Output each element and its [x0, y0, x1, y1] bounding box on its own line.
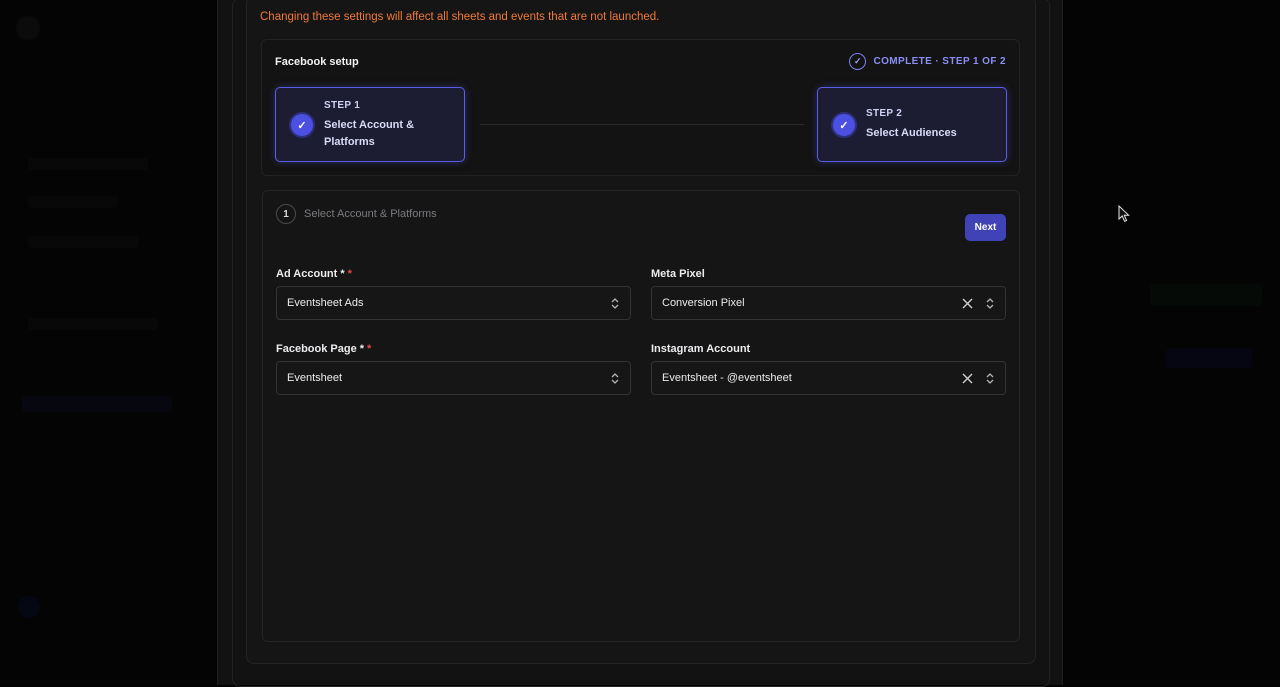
required-marker: *: [348, 268, 352, 280]
step-2-card[interactable]: ✓ STEP 2 Select Audiences: [817, 87, 1007, 162]
check-circle-icon: ✓: [849, 53, 866, 70]
facebook-page-select[interactable]: Eventsheet: [276, 361, 631, 395]
step-connector: [480, 124, 804, 125]
meta-pixel-select[interactable]: Conversion Pixel: [651, 286, 1006, 320]
section-number: 1: [276, 204, 296, 224]
backdrop-nav-item-active: [22, 396, 172, 412]
instagram-account-label: Instagram Account: [651, 343, 750, 355]
check-icon: ✓: [831, 112, 857, 138]
facebook-page-label-text: Facebook Page *: [276, 343, 364, 355]
required-marker: *: [367, 343, 371, 355]
backdrop-nav-item: [28, 318, 158, 330]
facebook-page-value: Eventsheet: [287, 372, 342, 384]
step-1-card[interactable]: ✓ STEP 1 Select Account & Platforms: [275, 87, 465, 162]
ad-account-label: Ad Account **: [276, 268, 352, 280]
step-1-number: STEP 1: [324, 100, 360, 111]
close-icon[interactable]: [962, 373, 973, 384]
backdrop-avatar: [16, 16, 40, 40]
step-2-number: STEP 2: [866, 108, 902, 119]
close-icon[interactable]: [962, 298, 973, 309]
setup-status: ✓ COMPLETE · STEP 1 OF 2: [849, 53, 1006, 70]
setup-title: Facebook setup: [275, 56, 359, 68]
chevron-up-down-icon: [985, 296, 995, 311]
facebook-setup-card: Facebook setup ✓ COMPLETE · STEP 1 OF 2 …: [261, 39, 1020, 176]
step-1-label: Select Account & Platforms: [324, 117, 444, 151]
ad-account-select[interactable]: Eventsheet Ads: [276, 286, 631, 320]
chevron-up-down-icon: [610, 296, 620, 311]
backdrop-avatar-bottom: [18, 596, 40, 618]
section-title: Select Account & Platforms: [304, 208, 437, 220]
chevron-up-down-icon: [610, 371, 620, 386]
backdrop-badge-blue: [1166, 348, 1252, 368]
meta-pixel-label: Meta Pixel: [651, 268, 705, 280]
instagram-account-value: Eventsheet - @eventsheet: [662, 372, 792, 384]
backdrop-nav-item: [28, 158, 148, 170]
modal-dialog: Changing these settings will affect all …: [217, 0, 1063, 685]
ad-account-label-text: Ad Account *: [276, 268, 345, 280]
chevron-up-down-icon: [985, 371, 995, 386]
instagram-account-select[interactable]: Eventsheet - @eventsheet: [651, 361, 1006, 395]
backdrop-nav-item: [28, 196, 118, 208]
backdrop-badge-green: [1150, 284, 1262, 306]
meta-pixel-value: Conversion Pixel: [662, 297, 745, 309]
check-icon: ✓: [289, 112, 315, 138]
next-button[interactable]: Next: [965, 214, 1006, 241]
backdrop-nav-item: [28, 236, 138, 248]
mouse-pointer-icon: [1118, 205, 1130, 223]
facebook-page-label: Facebook Page **: [276, 343, 371, 355]
account-platforms-card: 1 Select Account & Platforms Next Ad Acc…: [262, 190, 1020, 642]
step-2-label: Select Audiences: [866, 125, 996, 142]
ad-account-value: Eventsheet Ads: [287, 297, 363, 309]
settings-warning: Changing these settings will affect all …: [260, 11, 659, 23]
setup-status-text: COMPLETE · STEP 1 OF 2: [873, 56, 1006, 67]
